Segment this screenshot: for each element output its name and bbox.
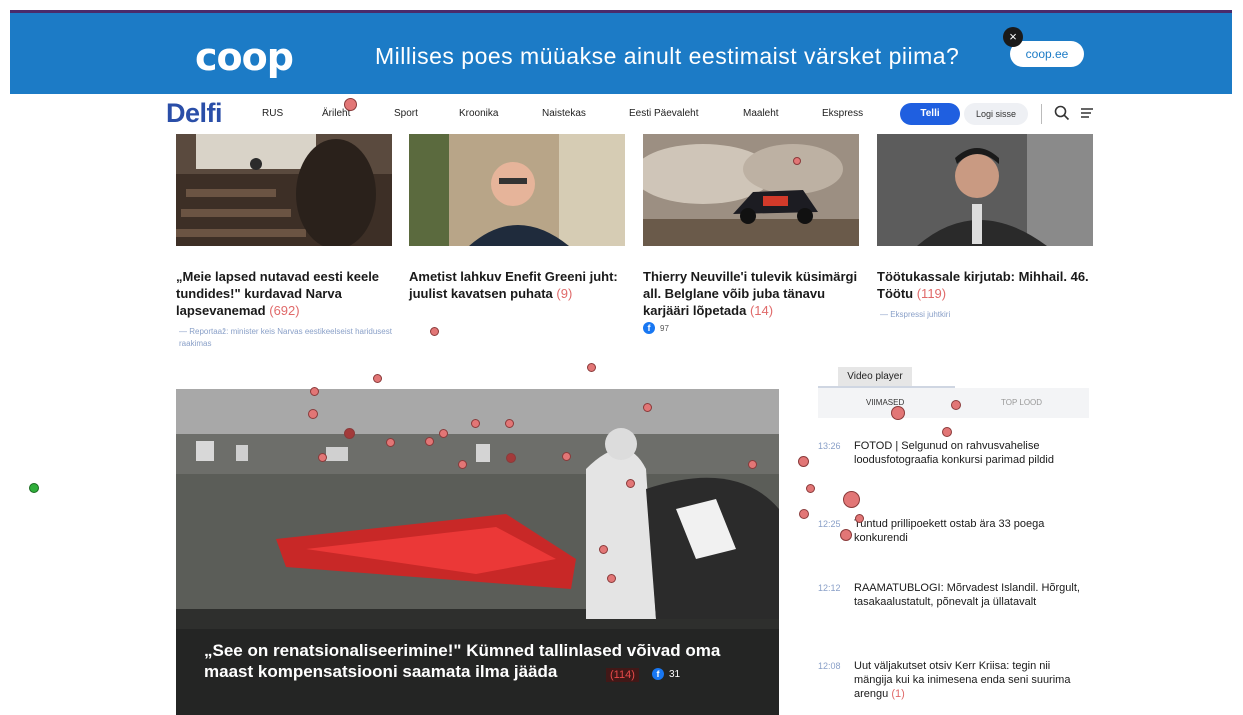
comment-count[interactable]: (692) <box>269 303 299 318</box>
click-marker <box>308 409 318 419</box>
article-card[interactable]: Töötukassale kirjutab: Mihhail. 46. Tööt… <box>877 134 1093 321</box>
click-marker <box>855 514 864 523</box>
main-nav: Delfi RUS Ärileht Sport Kroonika Naistek… <box>0 94 1243 134</box>
click-marker <box>587 363 596 372</box>
coop-logo: coop <box>195 35 294 79</box>
click-marker <box>506 453 516 463</box>
click-marker <box>373 374 382 383</box>
click-marker <box>626 479 635 488</box>
click-marker <box>344 98 357 111</box>
comment-count[interactable]: (1) <box>891 688 904 700</box>
nav-item-sport[interactable]: Sport <box>394 108 418 119</box>
click-marker <box>344 428 355 439</box>
facebook-icon: f <box>652 668 664 680</box>
click-marker <box>793 157 801 165</box>
click-marker <box>843 491 860 508</box>
click-marker <box>458 460 467 469</box>
click-marker <box>798 456 809 467</box>
click-marker <box>471 419 480 428</box>
nav-item-ekspress[interactable]: Ekspress <box>822 108 863 119</box>
click-marker <box>942 427 952 437</box>
click-marker <box>748 460 757 469</box>
search-icon[interactable] <box>1053 104 1071 122</box>
news-title[interactable]: Tuntud prillipoekett ostab ära 33 poega … <box>854 517 1089 545</box>
hero-facebook-share[interactable]: f 31 <box>652 668 680 680</box>
click-marker <box>562 452 571 461</box>
nav-divider <box>1041 104 1042 124</box>
nav-item-kroonika[interactable]: Kroonika <box>459 108 498 119</box>
article-image-rally[interactable] <box>633 134 859 246</box>
subscribe-button[interactable]: Telli <box>900 103 960 125</box>
video-player-tooltip: Video player <box>838 367 912 387</box>
click-marker <box>310 387 319 396</box>
news-time: 13:26 <box>818 441 841 451</box>
click-marker <box>951 400 961 410</box>
facebook-share[interactable]: f 97 <box>643 322 859 334</box>
hero-article[interactable]: „See on renatsionaliseerimine!" Kümned t… <box>176 389 779 715</box>
ad-text: Millises poes müüakse ainult eestimaist … <box>375 43 960 69</box>
article-title[interactable]: Thierry Neuville'i tulevik küsimärgi all… <box>643 268 859 319</box>
login-button[interactable]: Logi sisse <box>964 103 1028 125</box>
article-image-man[interactable] <box>877 134 1093 246</box>
article-card[interactable]: „Meie lapsed nutavad eesti keele tundide… <box>176 134 392 350</box>
article-related-link[interactable]: — Ekspressi juhtkiri <box>877 309 1093 321</box>
nav-item-eesti-paevaleht[interactable]: Eesti Päevaleht <box>629 108 699 119</box>
ad-close-icon[interactable]: × <box>1003 27 1023 47</box>
news-item[interactable]: 12:12 RAAMATUBLOGI: Mõrvadest Islandil. … <box>818 581 1089 609</box>
click-marker <box>599 545 608 554</box>
article-title[interactable]: Töötukassale kirjutab: Mihhail. 46. Tööt… <box>877 268 1093 302</box>
click-marker <box>840 529 852 541</box>
click-marker <box>607 574 616 583</box>
news-time: 12:12 <box>818 583 841 593</box>
click-marker <box>318 453 327 462</box>
click-marker <box>505 419 514 428</box>
comment-count[interactable]: (14) <box>750 303 773 318</box>
article-image-portrait[interactable] <box>409 134 625 246</box>
news-item[interactable]: 12:08 Uut väljakutset otsiv Kerr Kriisa:… <box>818 659 1089 701</box>
news-time: 12:08 <box>818 661 841 671</box>
click-marker <box>386 438 395 447</box>
ad-link-button[interactable]: coop.ee <box>1010 41 1084 67</box>
cursor-marker <box>29 483 39 493</box>
click-marker <box>891 406 905 420</box>
facebook-share-count: 97 <box>660 323 669 333</box>
browser-page: coop Millises poes müüakse ainult eestim… <box>0 0 1243 715</box>
click-marker <box>425 437 434 446</box>
news-title[interactable]: RAAMATUBLOGI: Mõrvadest Islandil. Hõrgul… <box>854 581 1089 609</box>
click-marker <box>806 484 815 493</box>
article-card[interactable]: Thierry Neuville'i tulevik küsimärgi all… <box>633 134 859 334</box>
click-marker <box>439 429 448 438</box>
coop-ad-banner[interactable]: coop Millises poes müüakse ainult eestim… <box>10 10 1232 94</box>
nav-item-rus[interactable]: RUS <box>262 108 283 119</box>
article-card[interactable]: Ametist lahkuv Enefit Greeni juht: juuli… <box>409 134 625 302</box>
article-title[interactable]: Ametist lahkuv Enefit Greeni juht: juuli… <box>409 268 625 302</box>
news-title[interactable]: Uut väljakutset otsiv Kerr Kriisa: tegin… <box>854 659 1089 701</box>
hero-comment-count[interactable]: (114) <box>606 668 639 682</box>
article-title[interactable]: „Meie lapsed nutavad eesti keele tundide… <box>176 268 392 319</box>
news-title[interactable]: FOTOD | Selgunud on rahvusvahelise loodu… <box>854 439 1089 467</box>
tab-top[interactable]: TOP LOOD <box>1001 398 1042 407</box>
nav-item-naistekas[interactable]: Naistekas <box>542 108 586 119</box>
click-marker <box>430 327 439 336</box>
article-image-classroom[interactable] <box>176 134 392 249</box>
news-time: 12:25 <box>818 519 841 529</box>
nav-item-maaleht[interactable]: Maaleht <box>743 108 779 119</box>
click-marker <box>799 509 809 519</box>
comment-count[interactable]: (9) <box>556 286 572 301</box>
delfi-logo[interactable]: Delfi <box>166 98 223 129</box>
hero-facebook-count: 31 <box>669 668 681 680</box>
news-item[interactable]: 13:26 FOTOD | Selgunud on rahvusvahelise… <box>818 439 1089 467</box>
menu-icon[interactable] <box>1078 104 1096 122</box>
comment-count[interactable]: (119) <box>917 286 946 301</box>
facebook-icon: f <box>643 322 655 334</box>
article-related-link[interactable]: — Reportaaž: minister keis Narvas eestik… <box>176 326 392 350</box>
click-marker <box>643 403 652 412</box>
